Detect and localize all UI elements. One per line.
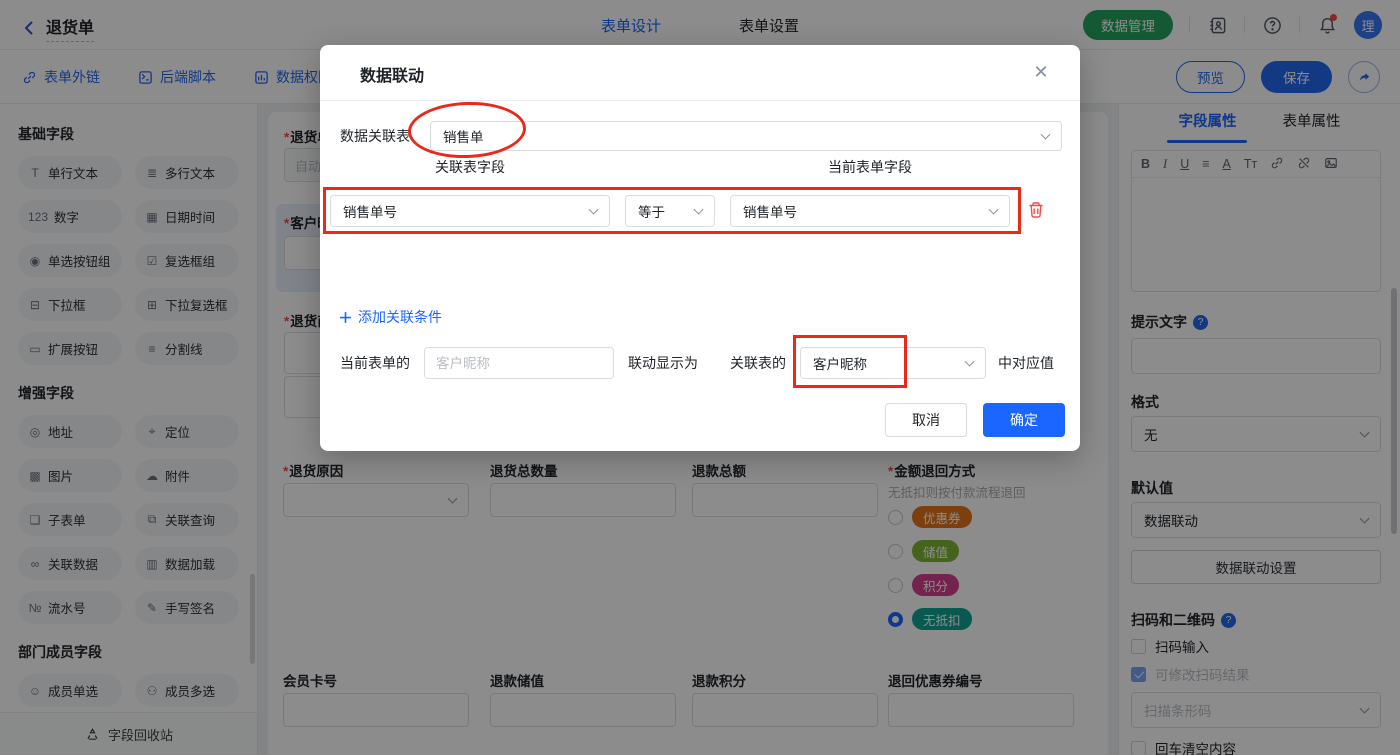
rel-table-prefix: 关联表的 [730, 355, 786, 371]
column-header-left: 关联表字段 [435, 159, 505, 175]
cancel-button[interactable]: 取消 [885, 403, 967, 437]
display-row-middle: 联动显示为 [628, 355, 698, 371]
data-linkage-modal: 数据联动 ✕ 数据关联表 销售单 关联表字段 当前表单字段 销售单号 等于 销售… [320, 45, 1080, 451]
display-row-suffix: 中对应值 [998, 355, 1054, 371]
delete-condition-icon[interactable] [1027, 201, 1045, 219]
chevron-down-icon [1040, 129, 1051, 140]
close-icon[interactable]: ✕ [1030, 61, 1052, 83]
rel-field-select[interactable]: 客户昵称 [800, 347, 986, 379]
condition-right-select[interactable]: 销售单号 [730, 195, 1010, 227]
chevron-down-icon [964, 356, 975, 367]
divider [320, 100, 1080, 101]
add-condition-link[interactable]: 添加关联条件 [339, 307, 442, 327]
chevron-down-icon [588, 204, 599, 215]
column-header-right: 当前表单字段 [828, 159, 912, 175]
condition-operator-select[interactable]: 等于 [625, 195, 715, 227]
condition-left-select[interactable]: 销售单号 [330, 195, 610, 227]
chevron-down-icon [988, 204, 999, 215]
current-field-input[interactable] [424, 347, 614, 379]
rel-table-select[interactable]: 销售单 [430, 121, 1062, 151]
confirm-button[interactable]: 确定 [983, 403, 1065, 437]
plus-icon [340, 311, 351, 323]
modal-title: 数据联动 [360, 68, 425, 85]
rel-table-label: 数据关联表 [340, 128, 410, 144]
display-row-prefix: 当前表单的 [340, 355, 410, 371]
app-window: 退货单 表单设计 表单设置 数据管理 理 表单外链 后端脚本 数据权限 预览 保… [0, 0, 1400, 755]
chevron-down-icon [693, 204, 704, 215]
